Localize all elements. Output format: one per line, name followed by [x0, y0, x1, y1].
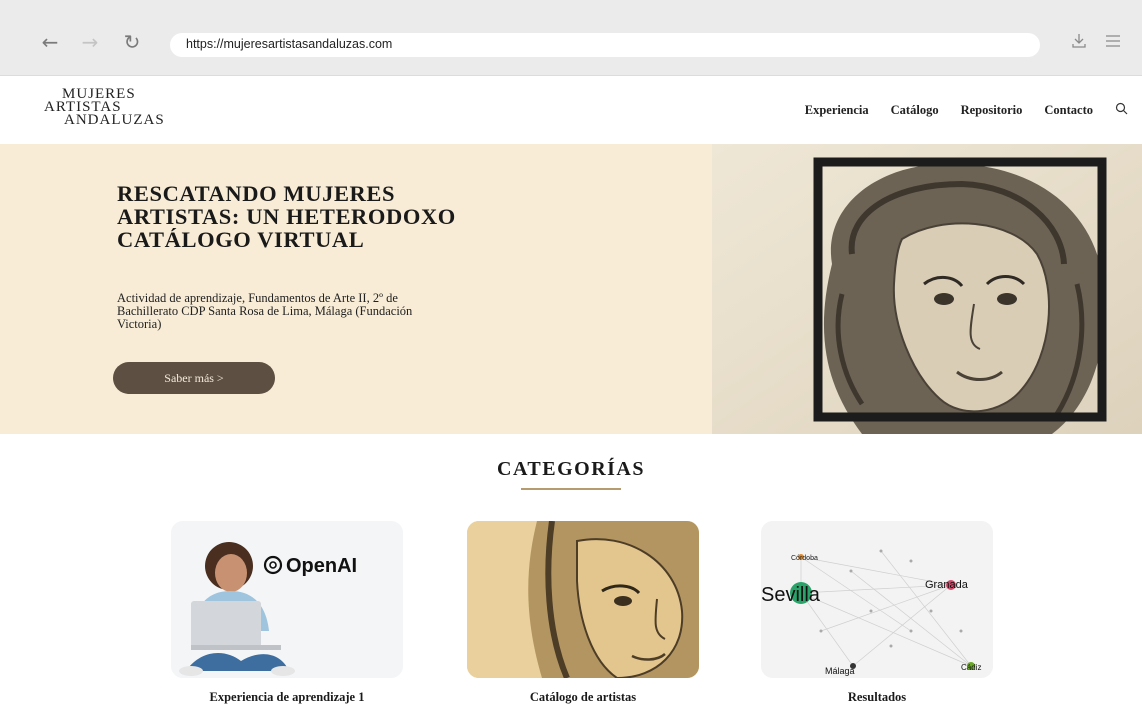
hero-title: RESCATANDO MUJERES ARTISTAS: UN HETERODO…: [117, 181, 456, 252]
nav-repositorio[interactable]: Repositorio: [961, 103, 1023, 118]
card-label-experiencia[interactable]: Experiencia de aprendizaje 1: [171, 690, 403, 705]
heading-divider: [521, 488, 621, 490]
hero-subtitle: Actividad de aprendizaje, Fundamentos de…: [117, 291, 413, 331]
address-bar[interactable]: https://mujeresartistasandaluzas.com: [170, 33, 1040, 57]
forward-arrow-icon[interactable]: →: [78, 30, 102, 54]
hero-section: RESCATANDO MUJERES ARTISTAS: UN HETERODO…: [0, 144, 1142, 434]
hero-portrait-image: [712, 144, 1142, 434]
back-arrow-icon[interactable]: ←: [38, 30, 62, 54]
card-label-resultados[interactable]: Resultados: [761, 690, 993, 705]
download-icon[interactable]: [1070, 32, 1088, 54]
nav-experiencia[interactable]: Experiencia: [805, 103, 869, 118]
card-label-catalogo[interactable]: Catálogo de artistas: [467, 690, 699, 705]
card-resultados-image[interactable]: Córdoba Sevilla Granada Málaga Cádiz: [761, 521, 993, 678]
node-label-granada: Granada: [925, 579, 969, 591]
menu-icon[interactable]: [1104, 32, 1122, 54]
search-icon[interactable]: [1115, 102, 1128, 119]
main-nav: Experiencia Catálogo Repositorio Contact…: [805, 102, 1128, 119]
node-label-sevilla: Sevilla: [761, 584, 821, 606]
saber-mas-button[interactable]: Saber más >: [113, 362, 275, 394]
card-catalogo-image[interactable]: [467, 521, 699, 678]
url-text: https://mujeresartistasandaluzas.com: [186, 37, 393, 51]
openai-logo-text: OpenAI: [286, 555, 357, 577]
node-label-cordoba: Córdoba: [791, 555, 818, 562]
node-label-malaga: Málaga: [825, 666, 855, 676]
logo-line-3: ANDALUZAS: [64, 112, 165, 128]
nav-contacto[interactable]: Contacto: [1044, 103, 1093, 118]
browser-toolbar: ← → ↻ https://mujeresartistasandaluzas.c…: [0, 0, 1142, 76]
reload-icon[interactable]: ↻: [120, 30, 144, 54]
nav-catalogo[interactable]: Catálogo: [891, 103, 939, 118]
node-label-cadiz: Cádiz: [961, 663, 981, 672]
categories-heading: CATEGORÍAS: [497, 458, 645, 480]
card-experiencia-image[interactable]: OpenAI: [171, 521, 403, 678]
site-logo[interactable]: MUJERES ARTISTAS ANDALUZAS: [44, 87, 165, 128]
